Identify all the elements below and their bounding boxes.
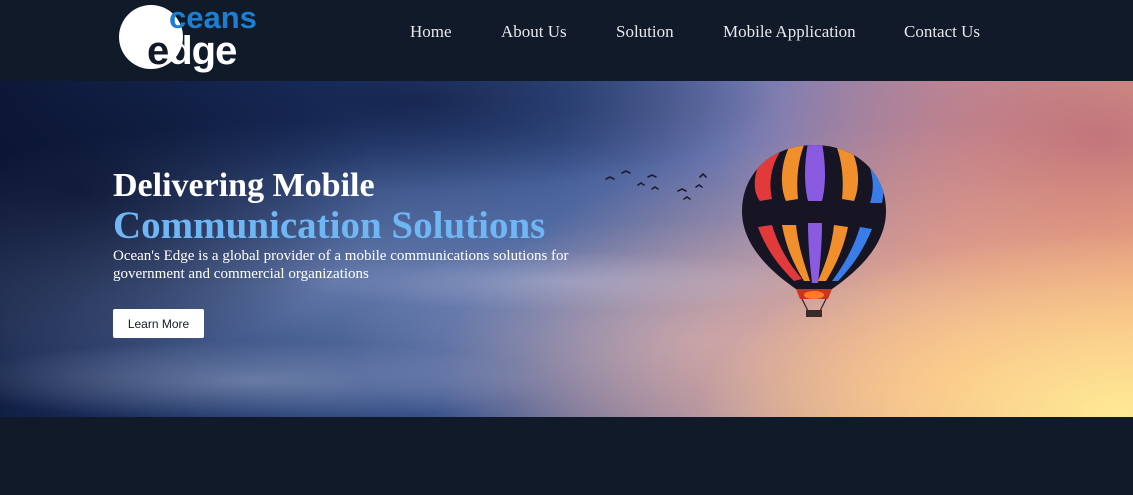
nav-item-solution[interactable]: Solution <box>616 22 674 42</box>
site-header: ceans edge Home About Us Solution Mobile… <box>0 0 1133 81</box>
hero-banner: Delivering Mobile Communication Solution… <box>0 81 1133 417</box>
hero-title-primary: Delivering Mobile <box>113 167 375 204</box>
main-nav: Home About Us Solution Mobile Applicatio… <box>0 22 1133 44</box>
hero-title-secondary: Communication Solutions <box>113 204 546 247</box>
birds-icon <box>605 170 707 200</box>
nav-item-contact-us[interactable]: Contact Us <box>904 22 980 42</box>
nav-item-about-us[interactable]: About Us <box>501 22 567 42</box>
hero-description: Ocean's Edge is a global provider of a m… <box>113 248 569 282</box>
nav-item-mobile-application[interactable]: Mobile Application <box>723 22 856 42</box>
learn-more-button[interactable]: Learn More <box>113 309 204 338</box>
hot-air-balloon-icon <box>742 145 886 317</box>
nav-item-home[interactable]: Home <box>410 22 452 42</box>
page-bottom-section <box>0 417 1133 495</box>
